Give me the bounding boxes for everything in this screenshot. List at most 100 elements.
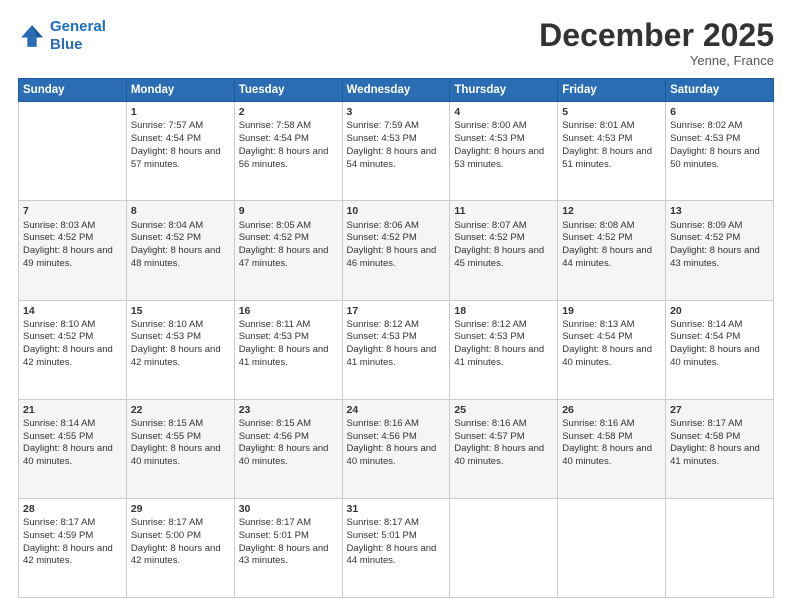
sunrise-text: Sunrise: 8:17 AM <box>131 517 203 528</box>
sunset-text: Sunset: 4:53 PM <box>239 331 309 342</box>
calendar-cell: 14Sunrise: 8:10 AMSunset: 4:52 PMDayligh… <box>19 300 127 399</box>
header: General Blue December 2025 Yenne, France <box>18 18 774 68</box>
calendar-cell: 15Sunrise: 8:10 AMSunset: 4:53 PMDayligh… <box>126 300 234 399</box>
sunrise-text: Sunrise: 8:14 AM <box>23 418 95 429</box>
daylight-text: Daylight: 8 hours and 41 minutes. <box>347 344 437 368</box>
calendar-cell: 5Sunrise: 8:01 AMSunset: 4:53 PMDaylight… <box>558 102 666 201</box>
calendar-cell: 30Sunrise: 8:17 AMSunset: 5:01 PMDayligh… <box>234 498 342 597</box>
calendar-cell: 18Sunrise: 8:12 AMSunset: 4:53 PMDayligh… <box>450 300 558 399</box>
daylight-text: Daylight: 8 hours and 42 minutes. <box>131 543 221 567</box>
day-number: 18 <box>454 304 553 318</box>
day-header-thursday: Thursday <box>450 79 558 102</box>
calendar-cell: 7Sunrise: 8:03 AMSunset: 4:52 PMDaylight… <box>19 201 127 300</box>
calendar-cell: 4Sunrise: 8:00 AMSunset: 4:53 PMDaylight… <box>450 102 558 201</box>
daylight-text: Daylight: 8 hours and 41 minutes. <box>454 344 544 368</box>
sunset-text: Sunset: 4:54 PM <box>131 133 201 144</box>
day-number: 1 <box>131 105 230 119</box>
daylight-text: Daylight: 8 hours and 41 minutes. <box>670 443 760 467</box>
calendar-body: 1Sunrise: 7:57 AM Sunset: 4:54 PM Daylight… <box>19 102 774 598</box>
sunrise-text: Sunrise: 8:01 AM <box>562 120 634 131</box>
week-row-5: 28Sunrise: 8:17 AMSunset: 4:59 PMDayligh… <box>19 498 774 597</box>
daylight-text: Daylight: 8 hours and 40 minutes. <box>562 443 652 467</box>
sunrise-text: Sunrise: 8:15 AM <box>131 418 203 429</box>
calendar-cell <box>558 498 666 597</box>
sunset-text: Sunset: 4:54 PM <box>562 331 632 342</box>
calendar-cell: 25Sunrise: 8:16 AMSunset: 4:57 PMDayligh… <box>450 399 558 498</box>
logo-line2: Blue <box>50 36 83 53</box>
day-number: 25 <box>454 403 553 417</box>
day-number: 7 <box>23 204 122 218</box>
sunrise-text: Sunrise: 7:59 AM <box>347 120 419 131</box>
calendar-cell <box>19 102 127 201</box>
sunset-text: Sunset: 4:52 PM <box>454 232 524 243</box>
sunrise-text: Sunrise: 8:03 AM <box>23 220 95 231</box>
day-number: 21 <box>23 403 122 417</box>
day-number: 14 <box>23 304 122 318</box>
sunrise-text: Sunrise: 7:57 AM <box>131 120 203 131</box>
day-header-friday: Friday <box>558 79 666 102</box>
sunset-text: Sunset: 4:52 PM <box>562 232 632 243</box>
sunset-text: Sunset: 4:52 PM <box>23 232 93 243</box>
daylight-text: Daylight: 8 hours and 42 minutes. <box>23 543 113 567</box>
sunset-text: Sunset: 4:57 PM <box>454 431 524 442</box>
calendar-cell: 1Sunrise: 7:57 AMSunset: 4:54 PMDaylight… <box>126 102 234 201</box>
sunset-text: Sunset: 4:52 PM <box>239 232 309 243</box>
sunset-text: Sunset: 5:01 PM <box>239 530 309 541</box>
calendar-cell <box>666 498 774 597</box>
day-number: 2 <box>239 105 338 119</box>
daylight-text: Daylight: 8 hours and 54 minutes. <box>347 146 437 170</box>
daylight-text: Daylight: 8 hours and 46 minutes. <box>347 245 437 269</box>
day-header-saturday: Saturday <box>666 79 774 102</box>
daylight-text: Daylight: 8 hours and 53 minutes. <box>454 146 544 170</box>
sunset-text: Sunset: 4:58 PM <box>670 431 740 442</box>
sunrise-text: Sunrise: 8:15 AM <box>239 418 311 429</box>
day-header-monday: Monday <box>126 79 234 102</box>
sunset-text: Sunset: 4:52 PM <box>131 232 201 243</box>
day-number: 8 <box>131 204 230 218</box>
calendar-cell: 20Sunrise: 8:14 AMSunset: 4:54 PMDayligh… <box>666 300 774 399</box>
sunset-text: Sunset: 4:52 PM <box>23 331 93 342</box>
calendar-cell: 23Sunrise: 8:15 AMSunset: 4:56 PMDayligh… <box>234 399 342 498</box>
sunrise-text: Sunrise: 8:16 AM <box>454 418 526 429</box>
calendar-cell: 9Sunrise: 8:05 AMSunset: 4:52 PMDaylight… <box>234 201 342 300</box>
sunrise-text: Sunrise: 8:09 AM <box>670 220 742 231</box>
day-number: 20 <box>670 304 769 318</box>
day-header-wednesday: Wednesday <box>342 79 450 102</box>
sunrise-text: Sunrise: 8:02 AM <box>670 120 742 131</box>
day-number: 26 <box>562 403 661 417</box>
sunset-text: Sunset: 4:55 PM <box>131 431 201 442</box>
calendar-cell: 17Sunrise: 8:12 AMSunset: 4:53 PMDayligh… <box>342 300 450 399</box>
calendar-cell: 31Sunrise: 8:17 AMSunset: 5:01 PMDayligh… <box>342 498 450 597</box>
day-number: 27 <box>670 403 769 417</box>
daylight-text: Daylight: 8 hours and 51 minutes. <box>562 146 652 170</box>
sunrise-text: Sunrise: 8:11 AM <box>239 319 311 330</box>
sunset-text: Sunset: 4:56 PM <box>239 431 309 442</box>
daylight-text: Daylight: 8 hours and 42 minutes. <box>131 344 221 368</box>
daylight-text: Daylight: 8 hours and 40 minutes. <box>239 443 329 467</box>
sunset-text: Sunset: 4:53 PM <box>347 133 417 144</box>
sunrise-text: Sunrise: 8:00 AM <box>454 120 526 131</box>
day-number: 3 <box>347 105 446 119</box>
sunrise-text: Sunrise: 8:08 AM <box>562 220 634 231</box>
daylight-text: Daylight: 8 hours and 42 minutes. <box>23 344 113 368</box>
calendar-cell: 27Sunrise: 8:17 AM Sunset: 4:58 PMDayligh… <box>666 399 774 498</box>
sunrise-text: Sunrise: 8:17 AM <box>347 517 419 528</box>
day-number: 30 <box>239 502 338 516</box>
daylight-text: Daylight: 8 hours and 41 minutes. <box>239 344 329 368</box>
sunrise-text: Sunrise: 8:17 AM <box>670 418 742 429</box>
week-row-1: 1Sunrise: 7:57 AM Sunset: 4:54 PM Daylight… <box>19 102 774 201</box>
logo-line1: General <box>50 18 106 35</box>
sunset-text: Sunset: 4:53 PM <box>454 331 524 342</box>
day-number: 9 <box>239 204 338 218</box>
sunset-text: Sunset: 5:01 PM <box>347 530 417 541</box>
calendar-cell: 8Sunrise: 8:04 AMSunset: 4:52 PMDaylight… <box>126 201 234 300</box>
week-row-4: 21Sunrise: 8:14 AM Sunset: 4:55 PM Dayligh… <box>19 399 774 498</box>
sunrise-text: Sunrise: 8:14 AM <box>670 319 742 330</box>
sunset-text: Sunset: 4:53 PM <box>454 133 524 144</box>
calendar-cell: 3Sunrise: 7:59 AM Sunset: 4:53 PM Daylight… <box>342 102 450 201</box>
logo: General Blue <box>18 18 106 54</box>
daylight-text: Daylight: 8 hours and 40 minutes. <box>562 344 652 368</box>
daylight-text: Daylight: 8 hours and 43 minutes. <box>239 543 329 567</box>
sunset-text: Sunset: 4:53 PM <box>131 331 201 342</box>
daylight-text: Daylight: 8 hours and 40 minutes. <box>670 344 760 368</box>
